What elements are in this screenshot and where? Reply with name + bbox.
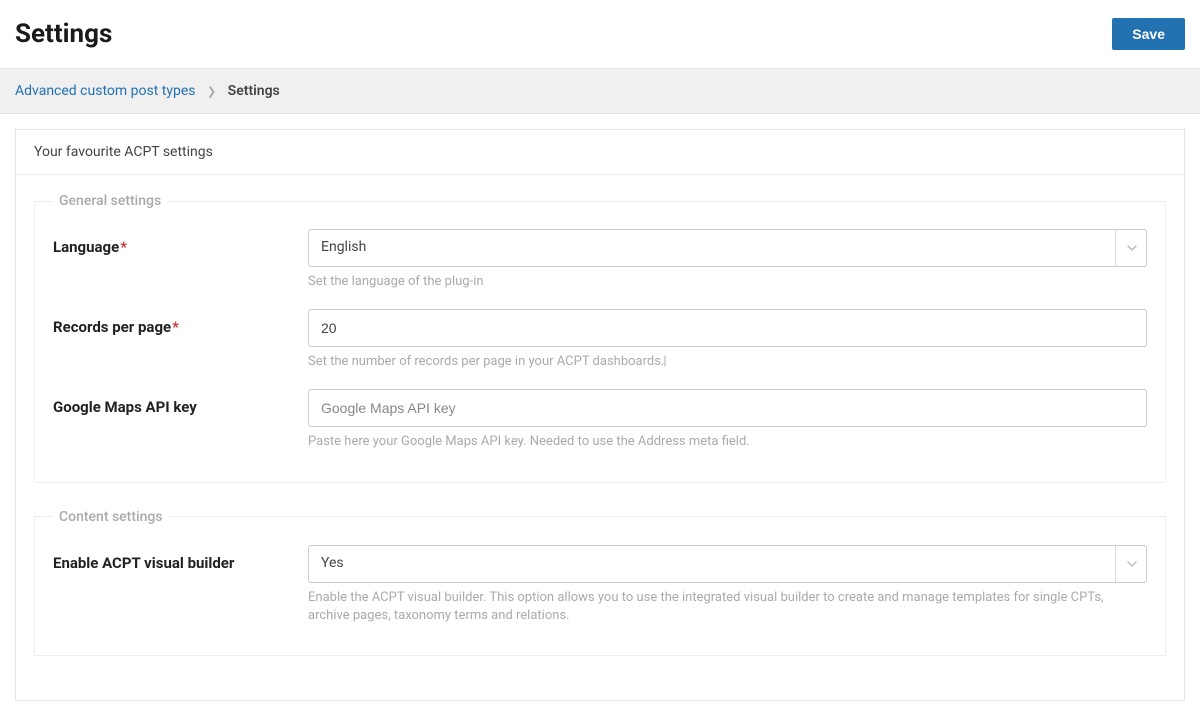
help-language: Set the language of the plug-in [308, 273, 1147, 291]
control-language: English Set the language of the plug-in [308, 229, 1147, 291]
fieldset-general-legend: General settings [53, 193, 167, 209]
visual-builder-select-wrap: Yes [308, 545, 1147, 583]
label-records: Records per page* [53, 309, 308, 336]
help-visual-builder: Enable the ACPT visual builder. This opt… [308, 589, 1147, 625]
records-per-page-input[interactable] [308, 309, 1147, 347]
help-records: Set the number of records per page in yo… [308, 353, 1147, 371]
control-gmaps: Paste here your Google Maps API key. Nee… [308, 389, 1147, 451]
page-title: Settings [15, 19, 112, 49]
breadcrumb-root-link[interactable]: Advanced custom post types [15, 83, 195, 99]
language-select[interactable]: English [308, 229, 1147, 267]
card-body: General settings Language* English Set t… [16, 175, 1184, 700]
help-gmaps: Paste here your Google Maps API key. Nee… [308, 433, 1147, 451]
control-visual-builder: Yes Enable the ACPT visual builder. This… [308, 545, 1147, 625]
fieldset-content: Content settings Enable ACPT visual buil… [34, 509, 1166, 656]
row-visual-builder: Enable ACPT visual builder Yes Enable th… [53, 545, 1147, 625]
required-mark: * [172, 318, 179, 336]
card-intro: Your favourite ACPT settings [16, 130, 1184, 175]
save-button[interactable]: Save [1112, 18, 1185, 50]
settings-card: Your favourite ACPT settings General set… [15, 129, 1185, 701]
control-records: Set the number of records per page in yo… [308, 309, 1147, 371]
fieldset-content-legend: Content settings [53, 509, 169, 525]
row-gmaps: Google Maps API key Paste here your Goog… [53, 389, 1147, 451]
label-language: Language* [53, 229, 308, 256]
visual-builder-select[interactable]: Yes [308, 545, 1147, 583]
breadcrumb: Advanced custom post types ❯ Settings [0, 69, 1200, 114]
label-gmaps: Google Maps API key [53, 389, 308, 416]
required-mark: * [120, 238, 127, 256]
fieldset-general: General settings Language* English Set t… [34, 193, 1166, 483]
label-visual-builder: Enable ACPT visual builder [53, 545, 308, 572]
breadcrumb-current: Settings [228, 83, 280, 99]
chevron-right-icon: ❯ [207, 85, 216, 98]
google-maps-api-key-input[interactable] [308, 389, 1147, 427]
language-select-wrap: English [308, 229, 1147, 267]
row-records: Records per page* Set the number of reco… [53, 309, 1147, 371]
content-area: Your favourite ACPT settings General set… [0, 114, 1200, 716]
row-language: Language* English Set the language of th… [53, 229, 1147, 291]
page-header: Settings Save [0, 0, 1200, 69]
